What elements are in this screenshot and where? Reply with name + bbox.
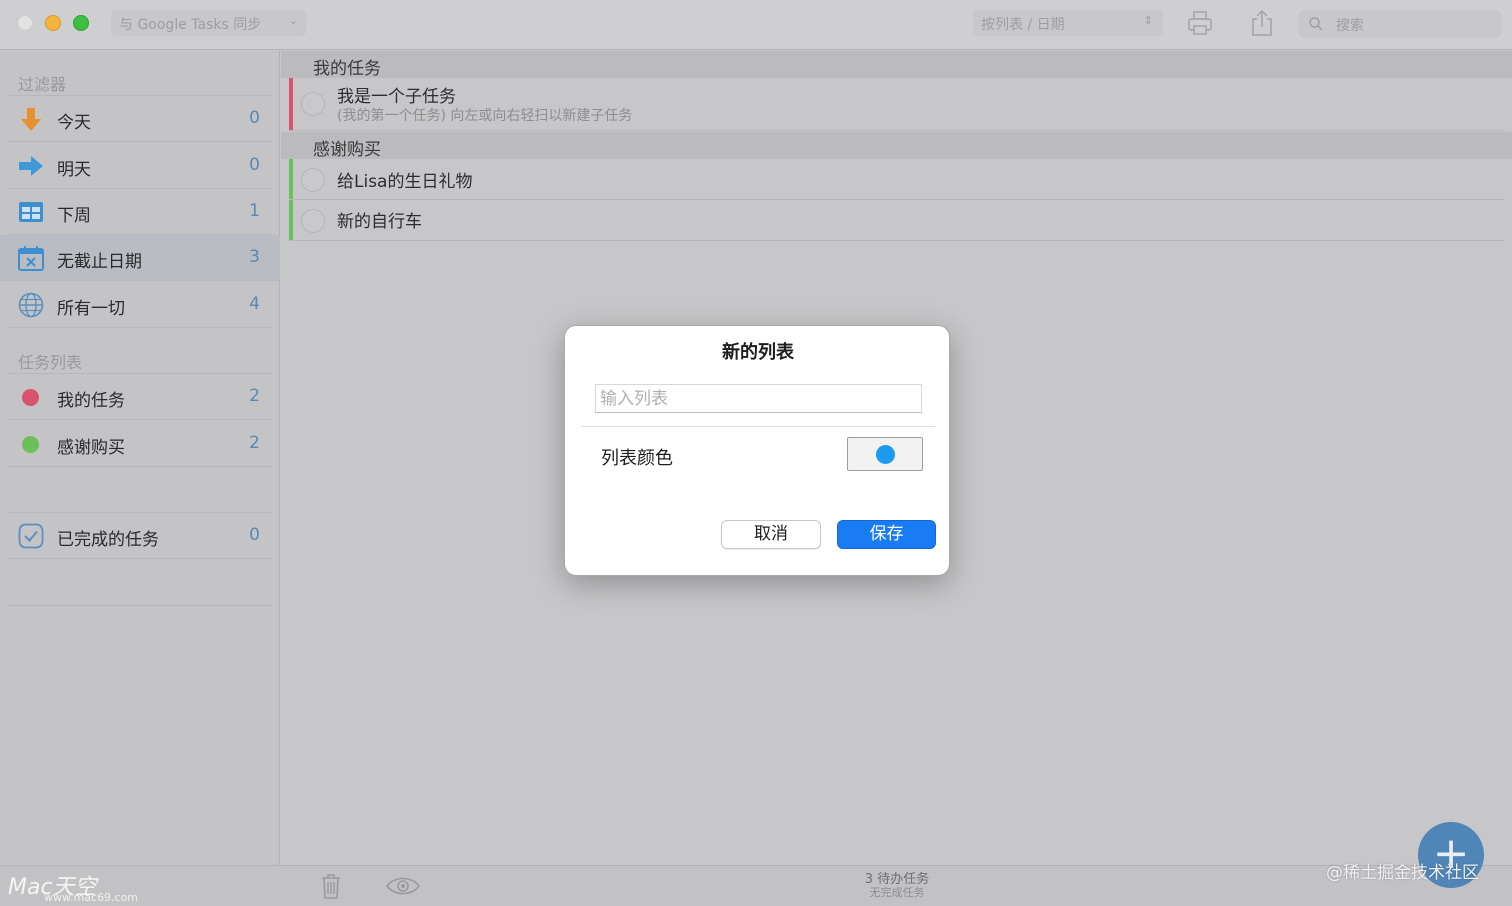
print-icon[interactable] [1185, 8, 1215, 38]
task-checkbox[interactable] [301, 209, 325, 233]
task-checkbox[interactable] [301, 168, 325, 192]
task-title: 给Lisa的生日礼物 [337, 172, 473, 192]
sidebar-item-tomorrow[interactable]: 明天 0 [8, 143, 272, 189]
sidebar-item-no-due-date[interactable]: 无截止日期 3 [0, 235, 280, 281]
lists-header: 任务列表 [18, 353, 83, 372]
sidebar-item-count: 0 [249, 108, 260, 128]
save-button[interactable]: 保存 [837, 520, 936, 549]
checkmark-icon [18, 523, 44, 549]
sidebar: 过滤器 今天 0 明天 0 下周 1 无截止日期 3 所有一切 4 任务列表 我… [0, 51, 280, 865]
week-grid-icon [18, 199, 44, 225]
chevron-down-icon: ⌄ [288, 14, 298, 27]
group-header-thanks-purchase: 感谢购买 [281, 132, 1512, 160]
sidebar-item-count: 0 [249, 155, 260, 175]
task-row[interactable]: 我是一个子任务 (我的第一个任务) 向左或向右轻扫以新建子任务 [289, 78, 1504, 131]
dialog-title: 新的列表 [722, 342, 794, 363]
arrow-right-icon [18, 153, 44, 179]
list-color-dot [22, 436, 39, 453]
list-color-label: 列表颜色 [601, 448, 673, 469]
completed-count: 无完成任务 [869, 886, 925, 899]
sidebar-item-my-tasks[interactable]: 我的任务 2 [8, 374, 272, 420]
sort-select-label: 按列表 / 日期 [981, 17, 1065, 33]
sidebar-item-count: 2 [249, 386, 260, 406]
task-status: 3 待办任务 无完成任务 [832, 868, 962, 898]
globe-icon [18, 292, 44, 318]
sidebar-item-thanks-purchase[interactable]: 感谢购买 2 [8, 421, 272, 467]
sidebar-item-count: 4 [249, 294, 260, 314]
task-title: 新的自行车 [337, 212, 422, 232]
sidebar-item-next-week[interactable]: 下周 1 [8, 189, 272, 235]
search-icon [1308, 16, 1324, 36]
title-bar: 与 Google Tasks 同步 ⌄ 按列表 / 日期 ⇕ 搜索 [0, 0, 1512, 50]
sync-select-label: 与 Google Tasks 同步 [119, 17, 262, 33]
logo-url: www.mac69.com [44, 891, 138, 904]
filters-header: 过滤器 [18, 75, 67, 94]
updown-chevron-icon: ⇕ [1143, 14, 1153, 27]
sidebar-item-count: 1 [249, 201, 260, 221]
eye-icon[interactable] [385, 875, 421, 901]
calendar-x-icon [18, 245, 44, 271]
window-close-button[interactable] [17, 15, 33, 31]
sidebar-item-label: 所有一切 [57, 299, 125, 319]
list-color-bar [289, 78, 293, 130]
sidebar-item-label: 已完成的任务 [57, 530, 159, 550]
divider [8, 605, 272, 606]
sidebar-item-everything[interactable]: 所有一切 4 [8, 282, 272, 328]
sidebar-item-label: 明天 [57, 160, 91, 180]
share-icon[interactable] [1247, 8, 1277, 38]
sidebar-item-count: 0 [249, 525, 260, 545]
task-subtitle: (我的第一个任务) 向左或向右轻扫以新建子任务 [337, 108, 633, 124]
watermark: @稀土掘金技术社区 [1326, 863, 1479, 883]
sidebar-item-label: 下周 [57, 206, 91, 226]
sync-select[interactable]: 与 Google Tasks 同步 ⌄ [111, 10, 306, 36]
list-color-bar [289, 159, 293, 199]
task-title: 我是一个子任务 [337, 87, 456, 107]
list-color-bar [289, 200, 293, 240]
color-picker-well[interactable] [847, 437, 923, 471]
sidebar-item-label: 感谢购买 [57, 438, 125, 458]
list-color-dot [22, 389, 39, 406]
sidebar-item-label: 今天 [57, 113, 91, 133]
divider [581, 426, 935, 427]
sidebar-item-today[interactable]: 今天 0 [8, 96, 272, 142]
arrow-down-icon [18, 106, 44, 132]
sidebar-item-label: 我的任务 [57, 391, 125, 411]
sort-select[interactable]: 按列表 / 日期 ⇕ [973, 10, 1163, 36]
task-row[interactable]: 新的自行车 [289, 200, 1504, 241]
sidebar-item-count: 3 [249, 247, 260, 267]
window-minimize-button[interactable] [45, 15, 61, 31]
trash-icon[interactable] [320, 872, 342, 904]
new-list-dialog: 新的列表 列表颜色 取消 保存 [564, 325, 950, 576]
list-name-input[interactable] [595, 384, 922, 413]
group-header-my-tasks: 我的任务 [281, 51, 1512, 79]
color-swatch [876, 445, 895, 464]
task-row[interactable]: 给Lisa的生日礼物 [289, 159, 1504, 200]
search-placeholder: 搜索 [1336, 18, 1364, 34]
pending-count: 3 待办任务 [864, 872, 930, 887]
bottom-bar: Mac天空 www.mac69.com 3 待办任务 无完成任务 [0, 865, 1512, 906]
sidebar-item-label: 无截止日期 [57, 252, 142, 272]
search-field[interactable]: 搜索 [1298, 10, 1502, 38]
cancel-button[interactable]: 取消 [721, 520, 821, 549]
task-checkbox[interactable] [301, 92, 325, 116]
window-zoom-button[interactable] [73, 15, 89, 31]
sidebar-item-completed[interactable]: 已完成的任务 0 [8, 513, 272, 559]
sidebar-item-count: 2 [249, 433, 260, 453]
